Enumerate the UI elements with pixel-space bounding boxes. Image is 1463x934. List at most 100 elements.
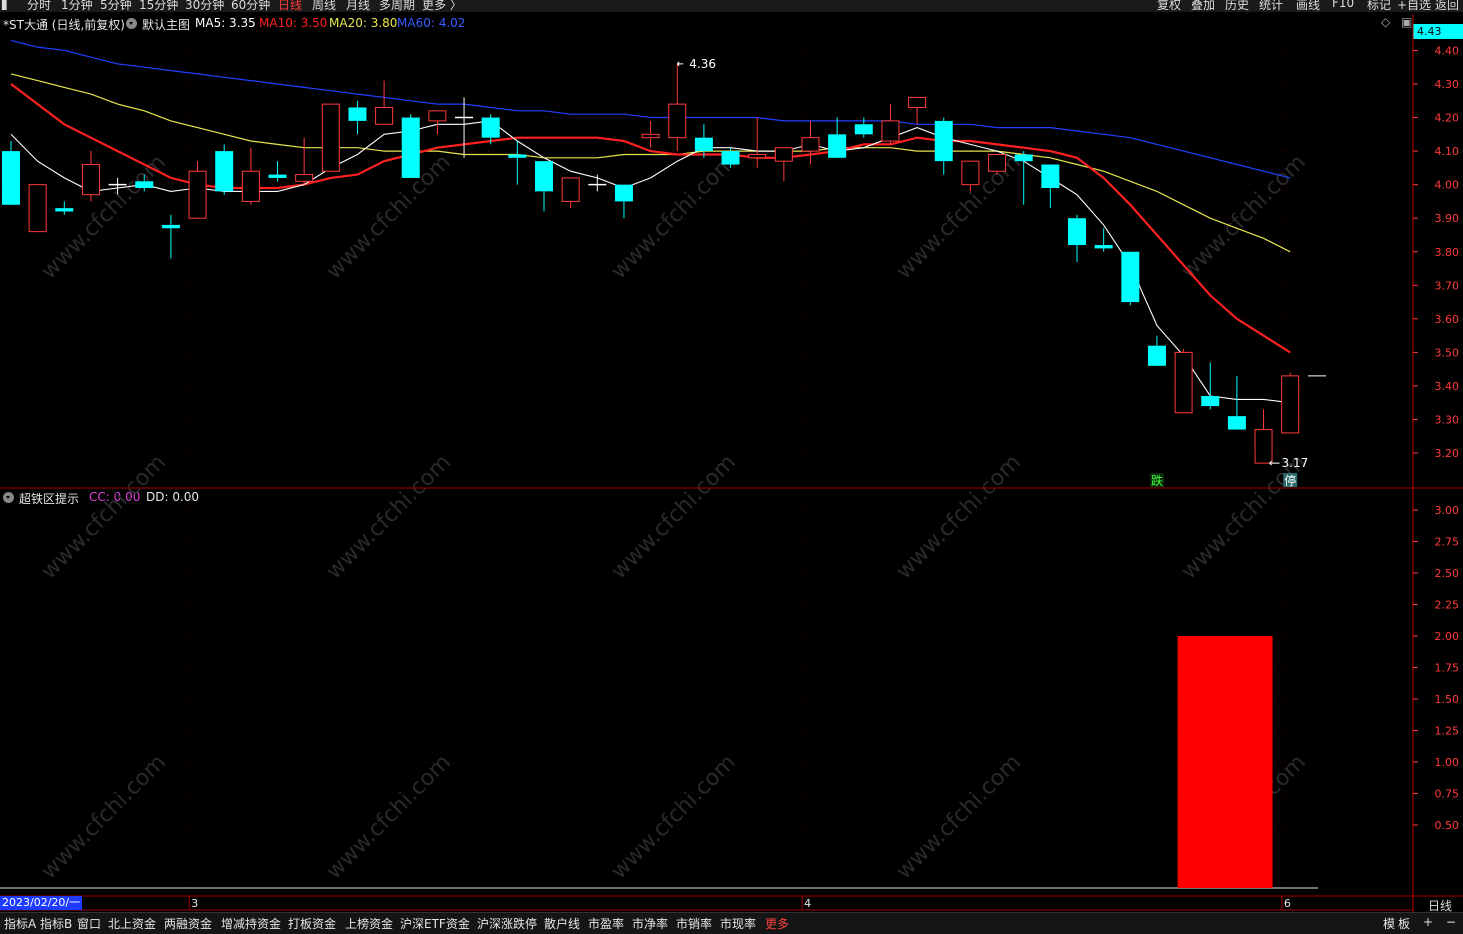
tab-pcf[interactable]: 市现率 — [720, 915, 756, 932]
candle-body-up — [295, 174, 314, 182]
price-tick-label: 4.20 — [1435, 112, 1460, 125]
watermark-text: www.cfchi.com — [607, 750, 741, 884]
tab-more[interactable]: 更多 — [765, 915, 789, 932]
candle — [268, 161, 287, 182]
price-tick-label: 4.00 — [1435, 179, 1460, 192]
watermark-text: www.cfchi.com — [37, 450, 171, 584]
zoom-out-button[interactable]: − — [1446, 915, 1456, 929]
candle-body-down — [2, 151, 20, 205]
candle-body-down — [535, 161, 553, 192]
candle-body-down — [1147, 345, 1166, 366]
candle-body-up — [561, 177, 580, 202]
candle-body-down — [161, 224, 180, 229]
candle — [1254, 409, 1273, 464]
candle-body-down — [401, 117, 420, 178]
watermark-text: www.cfchi.com — [322, 750, 456, 884]
watermark-text: www.cfchi.com — [1177, 150, 1311, 284]
watermark-text: www.cfchi.com — [37, 150, 171, 284]
price-tick-label: 4.10 — [1435, 145, 1460, 158]
candle-body-down — [1014, 154, 1033, 162]
candle-body-up — [748, 153, 767, 159]
candle — [1121, 251, 1140, 306]
candle-body-up — [641, 133, 660, 139]
tab-retail-line[interactable]: 散户线 — [544, 915, 580, 932]
tab-ps[interactable]: 市销率 — [676, 915, 712, 932]
candle-body-up — [81, 164, 100, 196]
candle — [774, 147, 793, 182]
indicator-tick-label: 1.00 — [1435, 756, 1460, 769]
indicator-layer — [1177, 636, 1273, 888]
price-tick-label: 3.90 — [1435, 212, 1460, 225]
candle — [55, 201, 74, 215]
price-tick-label: 3.80 — [1435, 246, 1460, 259]
candle-body-down — [721, 151, 740, 165]
watermark-text: www.cfchi.com — [322, 150, 456, 284]
candle — [2, 141, 20, 205]
watermark-text: www.cfchi.com — [607, 150, 741, 284]
candle — [1094, 228, 1113, 252]
candle — [1174, 349, 1193, 414]
price-tick-label: 4.30 — [1435, 78, 1460, 91]
kline-chart[interactable]: www.cfchi.com www.cfchi.com www.cfchi.com w… — [0, 0, 1463, 933]
tab-etf-funds[interactable]: 沪深ETF资金 — [400, 915, 470, 932]
zoom-in-button[interactable]: + — [1423, 915, 1433, 929]
tab-pe[interactable]: 市盈率 — [588, 915, 624, 932]
candle — [561, 177, 580, 209]
candle — [401, 114, 420, 178]
candle-body-down — [135, 181, 154, 189]
low-price-label: 3.17 — [1282, 456, 1309, 470]
candle-body-down — [1227, 416, 1246, 430]
tab-indicator-a[interactable]: 指标A — [4, 915, 36, 932]
tab-holding-change-funds[interactable]: 增减持资金 — [221, 915, 281, 932]
candle-body-up — [774, 147, 793, 162]
candle-body-up — [908, 96, 927, 108]
candle-body-up — [988, 153, 1007, 172]
candle — [81, 151, 100, 202]
candle-body-up — [1174, 351, 1193, 414]
candle-body-up — [241, 170, 260, 202]
indicator-tick-label: 2.25 — [1435, 599, 1460, 612]
candle-body-down — [614, 184, 633, 202]
price-tick-label: 3.20 — [1435, 447, 1460, 460]
candle — [988, 153, 1007, 175]
candle — [668, 63, 687, 152]
candle-body-up — [801, 137, 820, 152]
candle — [241, 147, 260, 205]
candle — [455, 97, 474, 158]
indicator-tick-label: 1.50 — [1435, 693, 1460, 706]
tab-limit-up-funds[interactable]: 打板资金 — [288, 915, 336, 932]
price-tick-label: 3.30 — [1435, 414, 1460, 427]
indicator-tabs-bar: 指标A 指标B 窗口 北上资金 两融资金 增减持资金 打板资金 上榜资金 沪深E… — [0, 912, 1463, 934]
candle — [428, 110, 447, 135]
candle-body-up — [188, 170, 207, 219]
tab-window[interactable]: 窗口 — [77, 915, 101, 932]
template-button[interactable]: 模 — [1383, 915, 1395, 932]
board-button[interactable]: 板 — [1398, 915, 1410, 932]
tab-dragon-tiger-funds[interactable]: 上榜资金 — [345, 915, 393, 932]
candle-body-up — [321, 103, 340, 172]
indicator-tick-label: 0.50 — [1435, 819, 1460, 832]
tab-northbound-funds[interactable]: 北上资金 — [108, 915, 156, 932]
warning-bar — [1177, 636, 1273, 888]
candle-body-down — [1068, 218, 1086, 246]
candle — [1281, 372, 1300, 434]
candle-body-down — [934, 120, 953, 162]
candle — [1014, 151, 1033, 205]
candle-body-down — [1121, 251, 1140, 303]
candle — [908, 96, 927, 125]
candle-body-up — [881, 120, 900, 142]
candle-body-down — [508, 154, 527, 158]
price-tick-label: 4.40 — [1435, 44, 1460, 57]
indicator-tick-label: 2.75 — [1435, 536, 1460, 549]
candle — [1147, 335, 1166, 366]
tab-indicator-b[interactable]: 指标B — [40, 915, 72, 932]
tab-limit-stats[interactable]: 沪深涨跌停 — [477, 915, 537, 932]
price-tick-label: 3.60 — [1435, 313, 1460, 326]
candle — [535, 161, 553, 212]
high-price-label: 4.36 — [689, 57, 716, 71]
candle — [1068, 214, 1086, 262]
candle — [348, 100, 367, 135]
tab-margin-funds[interactable]: 两融资金 — [164, 915, 212, 932]
indicator-tick-label: 1.25 — [1435, 725, 1460, 738]
tab-pb[interactable]: 市净率 — [632, 915, 668, 932]
